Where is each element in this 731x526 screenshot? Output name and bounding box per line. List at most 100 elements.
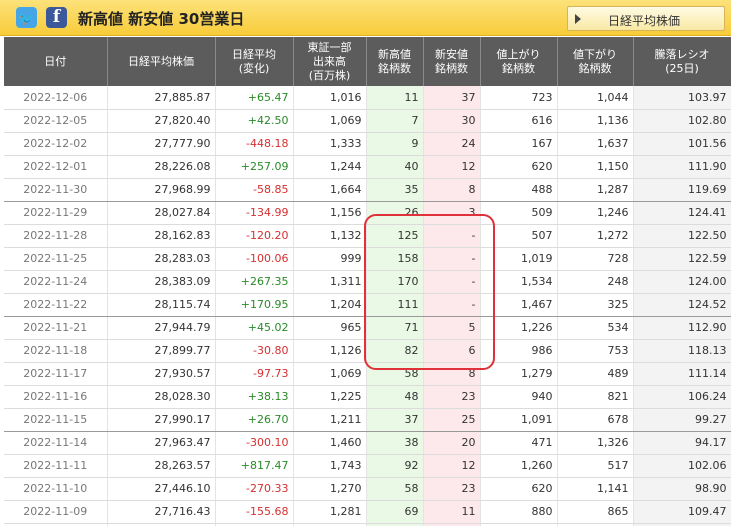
adr-ratio-cell: 99.27 — [633, 408, 731, 432]
decliners-cell: 325 — [557, 293, 634, 317]
decliners-cell: 1,136 — [557, 109, 634, 133]
decliners-cell: 753 — [557, 339, 634, 363]
nikkei-change-cell: +42.50 — [215, 109, 294, 133]
advancers-cell: 1,467 — [480, 293, 558, 317]
new-low-count-cell: 24 — [423, 132, 481, 156]
date-cell: 2022-11-22 — [4, 293, 108, 317]
header-row: 日付 日経平均株価 日経平均 (変化) 東証一部 出来高 (百万株) 新高値 銘柄数 新安… — [4, 37, 731, 86]
advancers-cell: 167 — [480, 132, 558, 156]
column-header-label: 日付 — [44, 54, 67, 68]
adr-ratio-cell: 111.90 — [633, 155, 731, 179]
decliners-cell: 678 — [557, 408, 634, 432]
table-row: 2022-11-10 27,446.10 -270.33 1,270 58 23 620 1,… — [4, 477, 731, 501]
facebook-icon[interactable]: f — [46, 7, 67, 28]
date-cell: 2022-11-18 — [4, 339, 108, 363]
table-row: 2022-11-22 28,115.74 +170.95 1,204 111-1,467… — [4, 293, 731, 317]
table-row: 2022-11-29 28,027.84 -134.99 1,156 26 3 509 1,2… — [4, 201, 731, 225]
nikkei-change-cell: +26.70 — [215, 408, 294, 432]
advancers-cell: 1,091 — [480, 408, 558, 432]
new-low-count-cell: 23 — [423, 385, 481, 409]
advancers-cell: 1,019 — [480, 247, 558, 271]
advancers-cell: 1,226 — [480, 316, 558, 340]
nikkei-change-cell: +170.95 — [215, 293, 294, 317]
advancers-cell: 1,279 — [480, 362, 558, 386]
nikkei-change-cell: -97.73 — [215, 362, 294, 386]
nikkei-price-cell: 28,263.57 — [107, 454, 216, 478]
decliners-cell: 865 — [557, 500, 634, 524]
date-cell: 2022-11-29 — [4, 201, 108, 225]
new-low-count-cell: 11 — [423, 500, 481, 524]
nikkei-change-cell: -100.06 — [215, 247, 294, 271]
advancers-cell: 723 — [480, 86, 558, 110]
new-low-count-cell: - — [423, 224, 481, 248]
twitter-glyph: 🐦 — [18, 12, 35, 27]
table-row: 2022-11-11 28,263.57 +817.47 1,743 92 12 1,260… — [4, 454, 731, 478]
date-cell: 2022-11-30 — [4, 178, 108, 202]
advancers-cell: 1,534 — [480, 270, 558, 294]
new-high-count-cell: 48 — [366, 385, 424, 409]
new-low-count-cell: 12 — [423, 454, 481, 478]
date-cell: 2022-11-17 — [4, 362, 108, 386]
adr-ratio-cell: 94.17 — [633, 431, 731, 455]
nikkei-change-cell: +267.35 — [215, 270, 294, 294]
column-header: 新高値 銘柄数 — [366, 37, 424, 86]
new-high-count-cell: 26 — [366, 201, 424, 225]
adr-ratio-cell: 103.97 — [633, 86, 731, 110]
nikkei-change-cell: -448.18 — [215, 132, 294, 156]
adr-ratio-cell: 122.50 — [633, 224, 731, 248]
nikkei-price-cell: 27,777.90 — [107, 132, 216, 156]
table-row: 2022-12-02 27,777.90 -448.18 1,333 9 24 167 1,6… — [4, 132, 731, 156]
date-cell: 2022-11-11 — [4, 454, 108, 478]
adr-ratio-cell: 124.52 — [633, 293, 731, 317]
decliners-cell: 821 — [557, 385, 634, 409]
new-high-count-cell: 69 — [366, 500, 424, 524]
column-header-label: 日経平均 (変化) — [232, 47, 276, 75]
table-row: 2022-11-30 27,968.99 -58.85 1,664 35 8 488 1,28… — [4, 178, 731, 202]
volume-cell: 965 — [293, 316, 367, 340]
volume-cell: 999 — [293, 247, 367, 271]
table-header: 日付 日経平均株価 日経平均 (変化) 東証一部 出来高 (百万株) 新高値 銘柄数 新安… — [4, 37, 731, 86]
nikkei-price-cell: 27,820.40 — [107, 109, 216, 133]
nikkei-change-cell: +45.02 — [215, 316, 294, 340]
table-row: 2022-11-16 28,028.30 +38.13 1,225 48 23 940 821… — [4, 385, 731, 409]
twitter-icon[interactable]: 🐦 — [16, 7, 37, 28]
new-high-count-cell: 58 — [366, 477, 424, 501]
date-cell: 2022-11-14 — [4, 431, 108, 455]
new-low-count-cell: 23 — [423, 477, 481, 501]
advancers-cell: 1,260 — [480, 454, 558, 478]
advancers-cell: 620 — [480, 155, 558, 179]
adr-ratio-cell: 101.56 — [633, 132, 731, 156]
decliners-cell: 1,141 — [557, 477, 634, 501]
advancers-cell: 488 — [480, 178, 558, 202]
date-cell: 2022-11-16 — [4, 385, 108, 409]
nikkei-change-cell: -30.80 — [215, 339, 294, 363]
table-row: 2022-11-24 28,383.09 +267.35 1,311 170-1,534… — [4, 270, 731, 294]
column-header: 新安値 銘柄数 — [423, 37, 481, 86]
advancers-cell: 940 — [480, 385, 558, 409]
column-header: 値下がり 銘柄数 — [557, 37, 634, 86]
new-high-count-cell: 82 — [366, 339, 424, 363]
nikkei-price-cell: 28,226.08 — [107, 155, 216, 179]
nikkei-change-cell: +817.47 — [215, 454, 294, 478]
date-cell: 2022-11-09 — [4, 500, 108, 524]
new-high-count-cell: 7 — [366, 109, 424, 133]
nikkei-price-cell: 27,899.77 — [107, 339, 216, 363]
date-cell: 2022-11-10 — [4, 477, 108, 501]
decliners-cell: 1,637 — [557, 132, 634, 156]
decliners-cell: 517 — [557, 454, 634, 478]
advancers-cell: 509 — [480, 201, 558, 225]
volume-cell: 1,156 — [293, 201, 367, 225]
adr-ratio-cell: 119.69 — [633, 178, 731, 202]
nikkei-price-cell: 28,383.09 — [107, 270, 216, 294]
table-row: 2022-12-01 28,226.08 +257.09 1,244 40 12 620 1,… — [4, 155, 731, 179]
nikkei-price-cell: 27,446.10 — [107, 477, 216, 501]
table-row: 2022-11-18 27,899.77 -30.80 1,126 82 6 986 753 1… — [4, 339, 731, 363]
facebook-glyph: f — [52, 7, 61, 27]
nikkei-average-button[interactable]: 日経平均株価 — [567, 6, 725, 31]
adr-ratio-cell: 102.80 — [633, 109, 731, 133]
nikkei-price-cell: 27,885.87 — [107, 86, 216, 110]
new-high-count-cell: 111 — [366, 293, 424, 317]
page-title: 新高値 新安値 30営業日 — [78, 10, 245, 28]
nikkei-price-cell: 27,990.17 — [107, 408, 216, 432]
nikkei-average-button-label: 日経平均株価 — [608, 14, 681, 28]
